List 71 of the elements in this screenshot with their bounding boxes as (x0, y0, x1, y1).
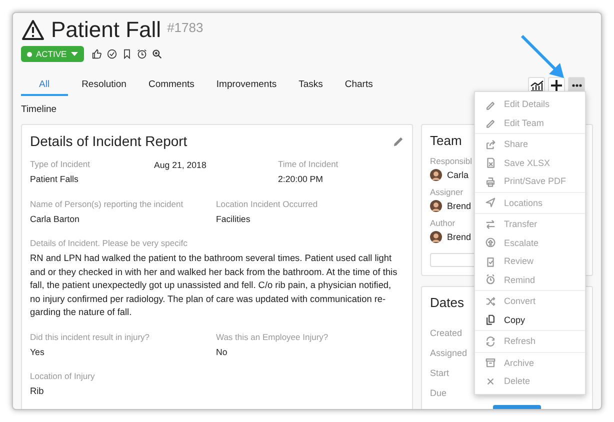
plus-icon (551, 80, 562, 91)
status-dropdown[interactable]: ACTIVE (21, 46, 84, 62)
menu-item-icon (485, 138, 496, 150)
page-title: Patient Fall (51, 17, 162, 43)
field-label: Details of Incident. Please be very specifc (30, 238, 188, 248)
field-label: Did this incident result in injury? (30, 332, 151, 342)
tab[interactable]: Improvements (208, 75, 285, 96)
field-label: Location Incident Occurred (216, 198, 319, 208)
menu-item-icon (485, 314, 496, 326)
tab[interactable]: Resolution (74, 75, 134, 96)
field-value: Facilities (216, 212, 252, 226)
menu-item-icon (485, 157, 496, 168)
menu-item-icon (485, 237, 496, 248)
menu-item-icon (485, 218, 496, 230)
menu-item-icon (485, 274, 496, 286)
menu-item-icon (485, 176, 496, 187)
card-title: Team (430, 133, 462, 148)
person-name: Brend (447, 201, 472, 211)
section-label: Timeline (21, 104, 57, 115)
field-value: Patient Falls (30, 173, 80, 186)
thumbs-up-icon[interactable] (92, 49, 102, 59)
field-value: Yes (30, 346, 46, 358)
field-label: Location of Injury (30, 371, 96, 381)
bookmark-icon[interactable] (122, 49, 132, 59)
pointer-arrow (520, 34, 566, 80)
field-label: Name of Person(s) reporting the incident (30, 198, 184, 208)
avatar-icon (430, 169, 442, 181)
caret-icon (70, 52, 78, 56)
menu-item-icon (485, 197, 496, 208)
tab[interactable]: Tasks (290, 75, 331, 96)
field-value: Aug 21, 2018 (154, 159, 208, 172)
menu-item-icon (485, 296, 496, 307)
person-name: Brend (447, 232, 472, 242)
menu-item-icon (485, 256, 496, 267)
menu-item-icon (485, 117, 496, 128)
tab[interactable]: Comments (140, 75, 202, 96)
role-label: Assigner (430, 187, 464, 197)
field-value: Rib (30, 385, 45, 398)
warning-icon (21, 19, 45, 41)
avatar-icon (430, 231, 442, 243)
field-value: No (216, 346, 228, 358)
alarm-clock-icon[interactable] (136, 49, 147, 59)
field-label: Was this an Employee Injury? (216, 332, 330, 342)
date-label: Due (430, 388, 447, 398)
menu-item-icon (485, 376, 496, 387)
menu-item-icon (485, 336, 496, 347)
role-label: Author (430, 218, 456, 228)
more-icon (572, 84, 582, 87)
zoom-icon[interactable] (152, 49, 162, 59)
menu-item-icon (485, 357, 496, 368)
check-circle-icon[interactable] (106, 49, 117, 59)
card-title: Dates (430, 295, 464, 310)
tab[interactable]: Charts (336, 75, 381, 96)
field-value: Carla Barton (30, 212, 80, 226)
pencil-icon[interactable] (393, 136, 404, 146)
field-value: RN and LPN had walked the patient to the bathroom several times. Patient used call light and or they checked in with her and walked her back from the bathroom. At the time of this fall, the patient unexpectedly got up unassisted and fell. C/o rib pain, a physician notified, no injury confirmed per radiology. The plan of care was updated with communication re-garding the nature of fall. (30, 252, 398, 319)
person-name: Carla (447, 170, 469, 180)
card-title: Details of Incident Report (30, 133, 188, 149)
date-label: Start (430, 368, 450, 378)
role-label: Responsibl (430, 156, 472, 166)
menu-item[interactable]: Copy (475, 310, 585, 329)
record-number: #1783 (167, 20, 204, 35)
avatar-icon (430, 200, 442, 212)
field-value: 2:20:00 PM (278, 173, 324, 186)
date-label: Assigned (430, 348, 468, 358)
date-label: Created (430, 328, 462, 338)
chart-icon (530, 80, 544, 92)
tab[interactable]: All (21, 75, 68, 96)
field-label: Type of Incident (30, 159, 92, 169)
dot-icon (27, 52, 32, 56)
field-label: Time of Incident (278, 159, 340, 169)
